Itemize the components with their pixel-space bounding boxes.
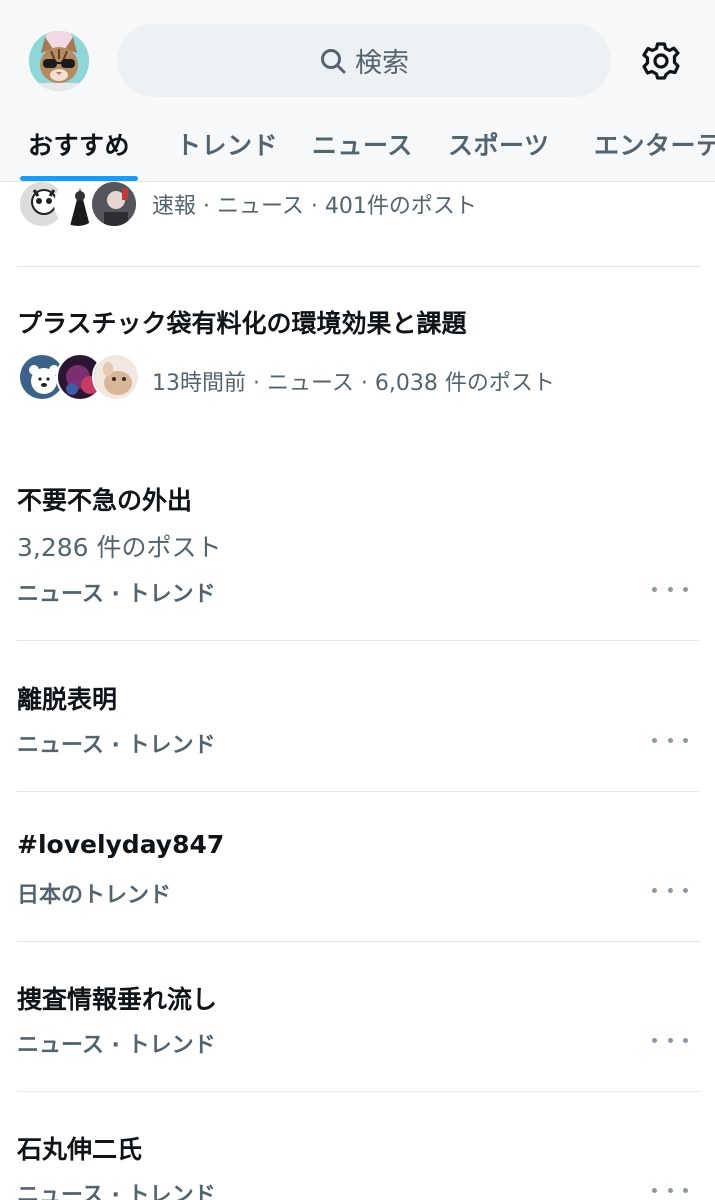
divider <box>17 266 699 267</box>
trend-category: ニュース · トレンド <box>17 1033 216 1058</box>
more-horizontal-icon[interactable] <box>652 1183 688 1197</box>
search-icon <box>321 48 346 73</box>
trend-title: #lovelyday847 <box>17 830 225 859</box>
more-horizontal-icon[interactable] <box>652 1033 688 1047</box>
trend-title: 石丸伸二氏 <box>17 1135 143 1164</box>
divider <box>17 791 699 792</box>
cat-avatar-icon <box>29 31 89 91</box>
divider <box>17 941 699 942</box>
more-horizontal-icon[interactable] <box>652 582 688 596</box>
tab-recommended[interactable]: おすすめ <box>28 126 130 162</box>
item-meta: 速報 · ニュース · 401件のポスト <box>152 194 477 219</box>
news-meta: 13時間前 · ニュース · 6,038 件のポスト <box>152 371 555 396</box>
divider <box>17 1091 699 1092</box>
trend-category: ニュース · トレンド <box>17 582 216 607</box>
avatar-stack <box>18 353 148 403</box>
profile-avatar[interactable] <box>29 31 89 91</box>
explore-tabs: おすすめ トレンド ニュース スポーツ エンターテ <box>0 112 715 182</box>
more-horizontal-icon[interactable] <box>652 883 688 897</box>
tab-news[interactable]: ニュース <box>312 126 413 162</box>
trend-post-count: 3,286 件のポスト <box>17 533 222 562</box>
more-horizontal-icon[interactable] <box>652 733 688 747</box>
search-placeholder: 検索 <box>355 48 409 79</box>
trend-category: ニュース · トレンド <box>17 1183 216 1200</box>
search-bar[interactable]: 検索 <box>117 24 611 97</box>
news-title: プラスチック袋有料化の環境効果と課題 <box>17 309 467 338</box>
top-header: 検索 おすすめ トレンド ニュース スポーツ エンターテ <box>0 0 715 182</box>
avatar-stack <box>18 180 148 230</box>
tab-sports[interactable]: スポーツ <box>448 126 550 162</box>
gear-icon[interactable] <box>638 38 684 84</box>
active-tab-indicator <box>20 176 138 181</box>
trend-title: 捜査情報垂れ流し <box>17 985 218 1014</box>
tab-trends[interactable]: トレンド <box>176 126 278 162</box>
avatar <box>90 180 138 228</box>
avatar <box>92 353 140 401</box>
tab-entertainment[interactable]: エンターテ <box>594 126 715 162</box>
trend-title: 離脱表明 <box>17 685 118 714</box>
trend-category: ニュース · トレンド <box>17 733 216 758</box>
trend-title: 不要不急の外出 <box>17 486 193 515</box>
trend-category: 日本のトレンド <box>17 883 172 908</box>
explore-page: 検索 おすすめ トレンド ニュース スポーツ エンターテ 速報 · ニュース ·… <box>0 0 715 1200</box>
divider <box>17 640 699 641</box>
